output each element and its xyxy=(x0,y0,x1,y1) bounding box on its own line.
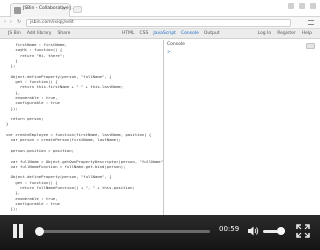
tab-css[interactable]: CSS xyxy=(140,31,149,36)
console-prompt[interactable]: > xyxy=(167,50,171,55)
code-block: firstName : firstName, sayHi : function(… xyxy=(6,42,168,227)
close-tab-icon[interactable]: × xyxy=(62,6,66,12)
maximize-icon[interactable] xyxy=(299,3,305,9)
time-display: 00:59 xyxy=(219,225,240,233)
menu-icon[interactable] xyxy=(308,20,314,25)
browser-window: JSBin - Collaborative J... × ‹ › ↻ jsbin… xyxy=(0,0,320,250)
tab-console[interactable]: Console xyxy=(181,31,199,36)
run-button[interactable] xyxy=(306,43,315,49)
tab-strip: JSBin - Collaborative J... × xyxy=(0,0,320,17)
console-title: Console xyxy=(167,42,185,47)
jsbin-menu-button[interactable]: JS Bin xyxy=(8,31,21,36)
forward-button[interactable]: › xyxy=(10,19,12,25)
seek-bar[interactable] xyxy=(36,230,210,233)
address-text: jsbin.com/ixiqij/edit xyxy=(30,20,74,25)
close-window-icon[interactable] xyxy=(310,3,316,9)
address-row: ‹ › ↻ jsbin.com/ixiqij/edit xyxy=(0,17,320,29)
share-button[interactable]: Share xyxy=(57,31,70,36)
browser-tab[interactable]: JSBin - Collaborative J... × xyxy=(10,3,76,17)
reload-button[interactable]: ↻ xyxy=(17,19,21,25)
help-link[interactable]: Help xyxy=(302,31,312,36)
tab-javascript[interactable]: JavaScript xyxy=(153,31,176,36)
window-controls xyxy=(288,3,316,9)
console-panel[interactable]: Console > xyxy=(164,40,320,215)
volume-icon[interactable] xyxy=(247,225,259,237)
back-button[interactable]: ‹ xyxy=(4,19,6,25)
login-link[interactable]: Log In xyxy=(258,31,272,36)
seek-handle[interactable] xyxy=(34,227,44,236)
tab-output[interactable]: Output xyxy=(204,31,220,36)
volume-handle[interactable] xyxy=(276,227,285,235)
tab-title: JSBin - Collaborative J... xyxy=(23,6,76,11)
fullscreen-icon[interactable] xyxy=(296,224,310,238)
jsbin-toolbar: JS Bin Add library Share HTML CSS JavaSc… xyxy=(0,29,320,39)
minimize-icon[interactable] xyxy=(288,3,294,9)
tab-html[interactable]: HTML xyxy=(122,31,135,36)
address-bar[interactable]: jsbin.com/ixiqij/edit xyxy=(26,19,291,27)
add-library-button[interactable]: Add library xyxy=(27,31,52,36)
register-link[interactable]: Register xyxy=(277,31,296,36)
favicon-icon xyxy=(14,7,21,14)
new-tab-button[interactable] xyxy=(73,6,82,13)
javascript-editor[interactable]: firstName : firstName, sayHi : function(… xyxy=(0,40,168,227)
pause-icon[interactable] xyxy=(12,224,24,238)
